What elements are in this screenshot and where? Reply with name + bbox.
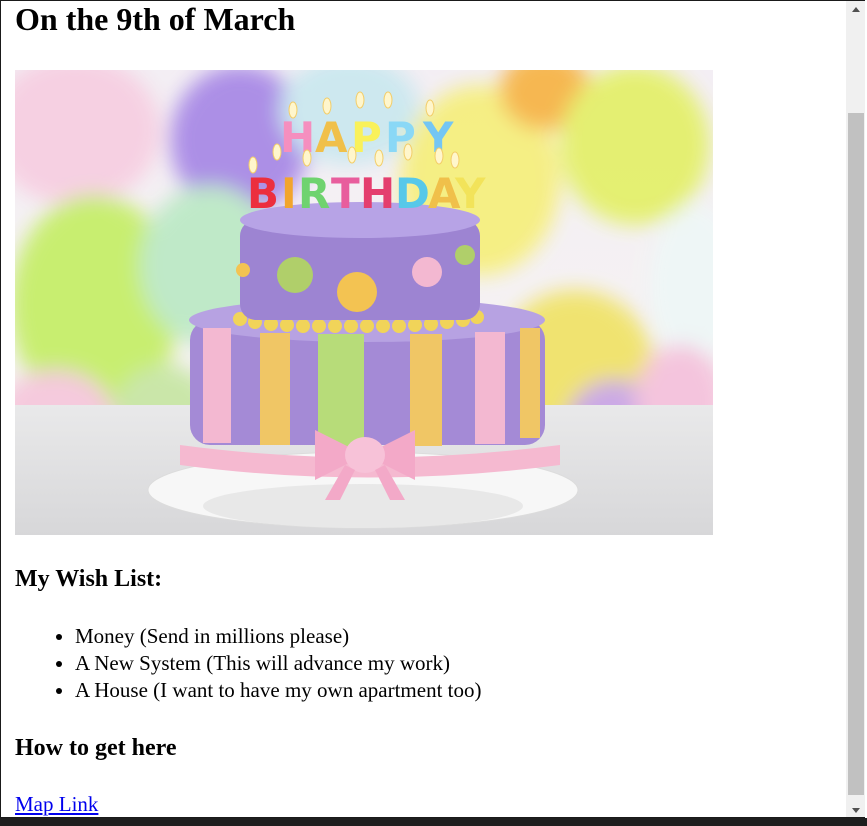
wish-list-item: A New System (This will advance my work) bbox=[75, 650, 482, 677]
birthday-cake-image: H A P P Y B I R T H D A Y bbox=[15, 70, 713, 535]
scrollbar-thumb[interactable] bbox=[848, 113, 864, 795]
svg-text:H: H bbox=[360, 169, 395, 218]
scroll-down-arrow-icon[interactable] bbox=[846, 802, 865, 817]
svg-text:I: I bbox=[281, 169, 297, 218]
wish-list-item: Money (Send in millions please) bbox=[75, 623, 482, 650]
svg-text:A: A bbox=[315, 113, 348, 162]
svg-text:Y: Y bbox=[454, 169, 486, 218]
taskbar-edge bbox=[0, 818, 867, 826]
directions-heading: How to get here bbox=[15, 735, 177, 761]
wish-list: Money (Send in millions please) A New Sy… bbox=[15, 623, 482, 704]
browser-viewport: On the 9th of March H A P P Y B I R T H … bbox=[0, 0, 865, 818]
page-title: On the 9th of March bbox=[15, 1, 296, 37]
map-link[interactable]: Map Link bbox=[15, 790, 98, 817]
vertical-scrollbar[interactable] bbox=[846, 1, 865, 817]
wish-list-heading: My Wish List: bbox=[15, 566, 163, 592]
svg-text:T: T bbox=[331, 169, 360, 218]
svg-text:B: B bbox=[247, 169, 279, 218]
svg-text:R: R bbox=[298, 169, 330, 218]
wish-list-item: A House (I want to have my own apartment… bbox=[75, 677, 482, 704]
scroll-up-arrow-icon[interactable] bbox=[846, 1, 865, 18]
svg-text:D: D bbox=[395, 169, 430, 218]
